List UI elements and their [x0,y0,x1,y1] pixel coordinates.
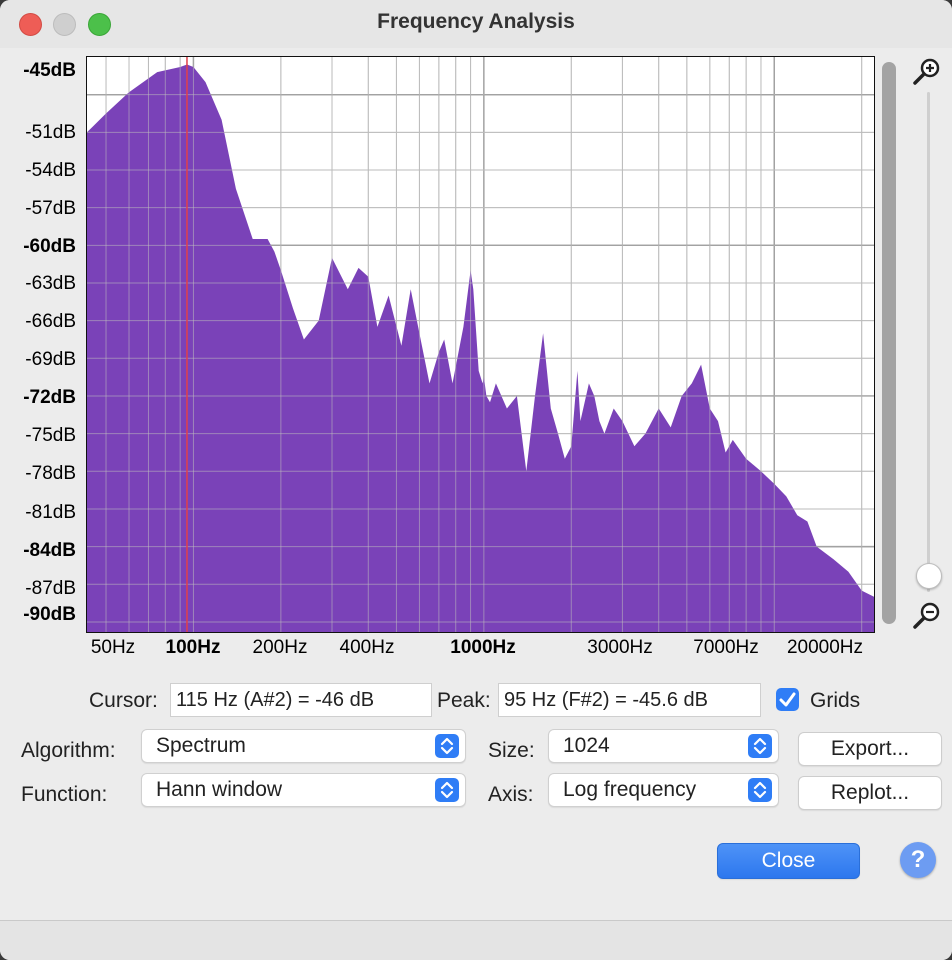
updown-chevron-icon [435,734,459,758]
function-select[interactable]: Hann window [141,773,466,807]
y-tick-label: -66dB [25,311,76,332]
export-button[interactable]: Export... [798,732,942,766]
bottom-bar [0,921,952,960]
frequency-analysis-window: Frequency Analysis -45dB -51dB -54dB -57… [0,0,952,960]
vertical-scrollbar[interactable] [882,62,896,624]
x-tick-label: 200Hz [252,637,308,658]
spectrum-svg [87,57,874,632]
peak-label: Peak: [437,689,491,712]
function-label: Function: [21,783,108,806]
y-tick-label: -54dB [25,160,76,181]
updown-chevron-icon [748,778,772,802]
size-select-value: 1024 [563,734,610,757]
y-tick-label: -84dB [23,540,76,561]
close-button[interactable]: Close [717,843,860,879]
y-tick-label: -60dB [23,236,76,257]
updown-chevron-icon [435,778,459,802]
zoom-slider-track[interactable] [927,92,930,592]
zoom-in-icon[interactable] [912,56,942,86]
zoom-slider-knob[interactable] [916,563,942,589]
axis-label: Axis: [488,783,534,806]
updown-chevron-icon [748,734,772,758]
x-tick-label: 400Hz [339,637,395,658]
y-tick-label: -57dB [25,198,76,219]
spectrum-plot[interactable] [86,56,875,633]
grids-label: Grids [810,689,861,712]
x-tick-label: 20000Hz [786,637,864,658]
axis-select-value: Log frequency [563,778,697,801]
x-tick-label: 100Hz [165,637,221,658]
y-tick-label: -72dB [23,387,76,408]
help-icon[interactable]: ? [900,842,936,878]
axis-select[interactable]: Log frequency [548,773,779,807]
x-tick-label: 3000Hz [587,637,653,658]
cursor-label: Cursor: [89,689,158,712]
function-select-value: Hann window [156,778,283,801]
cursor-readout-field[interactable]: 115 Hz (A#2) = -46 dB [170,683,432,717]
y-tick-label: -78dB [25,463,76,484]
peak-readout-field[interactable]: 95 Hz (F#2) = -45.6 dB [498,683,761,717]
x-tick-label: 7000Hz [693,637,759,658]
algorithm-label: Algorithm: [21,739,116,762]
zoom-out-icon[interactable] [912,600,942,630]
y-tick-label: -69dB [25,349,76,370]
y-tick-label: -63dB [25,273,76,294]
y-tick-label: -87dB [25,578,76,599]
size-label: Size: [488,739,535,762]
size-select[interactable]: 1024 [548,729,779,763]
y-tick-label: -90dB [23,604,76,625]
y-tick-label: -81dB [25,502,76,523]
title-bar: Frequency Analysis [0,0,952,48]
y-tick-label: -51dB [25,122,76,143]
grids-checkbox[interactable] [776,688,799,711]
algorithm-select-value: Spectrum [156,734,246,757]
x-tick-label: 50Hz [90,637,136,658]
algorithm-select[interactable]: Spectrum [141,729,466,763]
window-title: Frequency Analysis [377,10,575,33]
x-tick-label: 1000Hz [450,637,516,658]
y-tick-label: -45dB [23,60,76,81]
y-tick-label: -75dB [25,425,76,446]
replot-button[interactable]: Replot... [798,776,942,810]
checkmark-icon [779,692,796,707]
